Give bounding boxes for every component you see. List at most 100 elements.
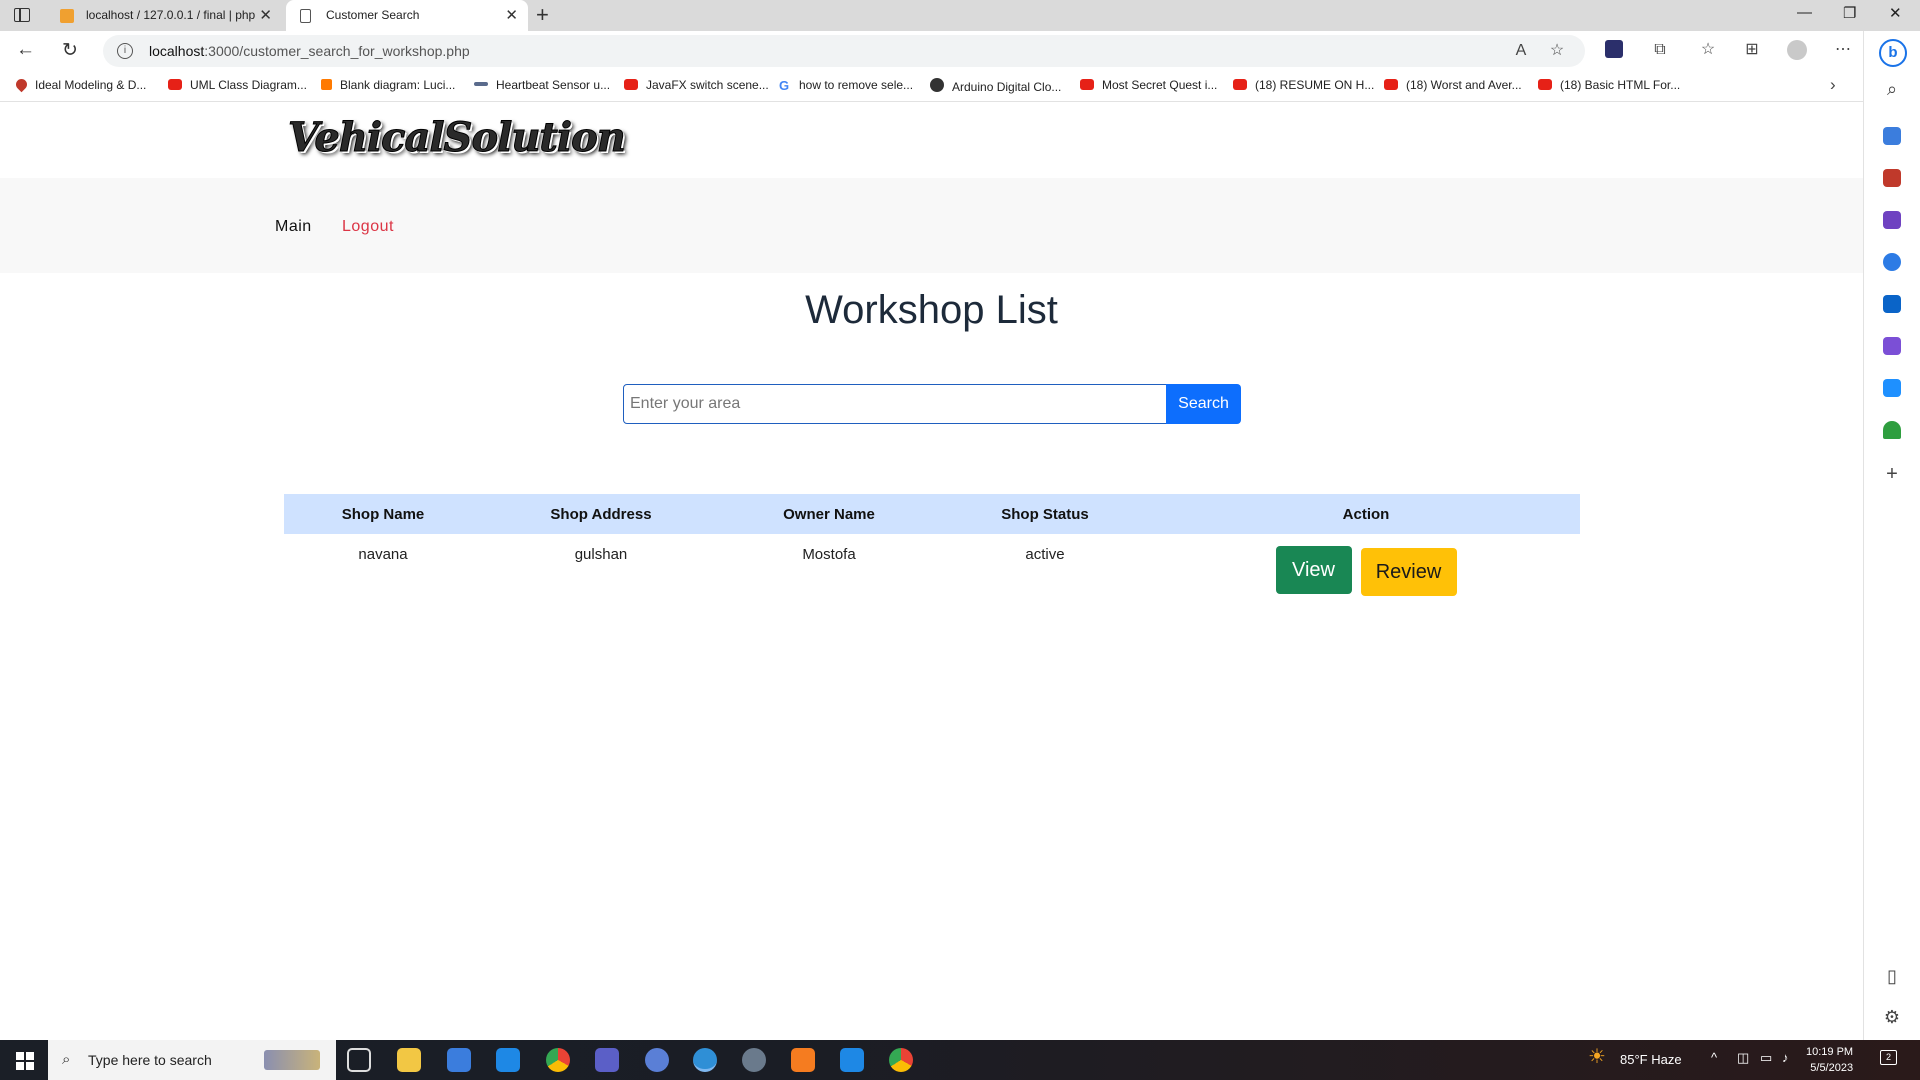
youtube-icon — [168, 79, 182, 90]
page-viewport: VehicalSolution Main Logout Workshop Lis… — [0, 102, 1863, 1040]
bookmark-item[interactable]: UML Class Diagram... — [168, 78, 307, 92]
notifications-icon[interactable]: 2 — [1880, 1050, 1897, 1065]
show-hidden-icons-icon[interactable]: ^ — [1711, 1050, 1717, 1065]
meet-now-icon[interactable]: ◫ — [1737, 1050, 1749, 1066]
tools-icon[interactable] — [1883, 169, 1901, 187]
taskbar-search-box[interactable]: ⌕ Type here to search — [48, 1040, 336, 1080]
tab-title: localhost / 127.0.0.1 / final | php — [86, 8, 256, 22]
chevron-right-icon[interactable]: › — [1830, 75, 1836, 95]
split-screen-icon[interactable]: ▯ — [1883, 966, 1901, 987]
outlook-icon[interactable] — [1883, 295, 1901, 313]
volume-icon[interactable]: ♪ — [1782, 1050, 1789, 1065]
table-header-row: Shop Name Shop Address Owner Name Shop S… — [284, 494, 1580, 534]
send-icon[interactable] — [1883, 379, 1901, 397]
refresh-icon[interactable]: ↻ — [62, 39, 78, 62]
restore-icon[interactable]: ❐ — [1843, 4, 1856, 22]
page-favicon-icon — [300, 9, 311, 23]
url-text[interactable]: localhost:3000/customer_search_for_works… — [149, 43, 470, 59]
google-icon: G — [779, 78, 790, 93]
bookmark-item[interactable]: Arduino Digital Clo... — [930, 78, 1061, 94]
close-tab-icon[interactable]: ✕ — [259, 0, 272, 31]
weather-text[interactable]: 85°F Haze — [1620, 1052, 1682, 1067]
tab-actions-icon[interactable] — [14, 8, 30, 22]
favorites-icon[interactable]: ☆ — [1698, 40, 1718, 60]
extensions-puzzle-icon[interactable]: ⧉ — [1650, 40, 1670, 60]
chrome-icon[interactable] — [889, 1048, 913, 1072]
bookmarks-bar: Ideal Modeling & D... UML Class Diagram.… — [0, 71, 1920, 102]
network-icon[interactable]: ▭ — [1760, 1050, 1772, 1066]
tab-customer-search[interactable]: Customer Search ✕ — [286, 0, 528, 31]
bookmark-item[interactable]: Most Secret Quest i... — [1080, 78, 1217, 92]
tab-phpmyadmin[interactable]: localhost / 127.0.0.1 / final | php ✕ — [46, 0, 282, 31]
cell-owner-name: Mostofa — [802, 546, 856, 563]
add-favorite-icon[interactable]: ☆ — [1547, 41, 1567, 61]
microsoft-store-icon[interactable] — [447, 1048, 471, 1072]
collections-icon[interactable]: ⊞ — [1742, 40, 1762, 60]
read-aloud-icon[interactable]: A — [1511, 41, 1531, 61]
view-button[interactable]: View — [1275, 546, 1352, 594]
minimize-icon[interactable]: — — [1797, 4, 1812, 21]
bookmark-item[interactable]: Blank diagram: Luci... — [321, 78, 455, 92]
address-bar[interactable]: i localhost:3000/customer_search_for_wor… — [103, 35, 1585, 67]
more-options-icon[interactable]: ⋯ — [1833, 40, 1853, 60]
youtube-icon — [1384, 79, 1398, 90]
profile-avatar-icon[interactable] — [1787, 40, 1807, 60]
mail-icon[interactable] — [496, 1048, 520, 1072]
clock-time: 10:19 PM — [1806, 1046, 1854, 1058]
site-info-icon[interactable]: i — [117, 43, 133, 59]
bookmark-item[interactable]: (18) Basic HTML For... — [1538, 78, 1680, 92]
navbar: Main Logout — [0, 178, 1863, 273]
column-header-owner-name: Owner Name — [783, 505, 875, 523]
lucidchart-icon — [321, 79, 332, 90]
close-tab-icon[interactable]: ✕ — [505, 0, 518, 31]
close-window-icon[interactable]: ✕ — [1889, 4, 1902, 22]
system-clock[interactable]: 10:19 PM 5/5/2023 — [1806, 1044, 1853, 1076]
settings-gear-icon[interactable]: ⚙ — [1883, 1007, 1901, 1028]
app-icon[interactable] — [645, 1048, 669, 1072]
windows-start-icon[interactable] — [16, 1052, 34, 1070]
file-explorer-icon[interactable] — [397, 1048, 421, 1072]
youtube-icon — [1080, 79, 1094, 90]
designer-icon[interactable] — [1883, 337, 1901, 355]
search-icon[interactable]: ⌕ — [1883, 79, 1901, 100]
app-icon[interactable] — [742, 1048, 766, 1072]
clock-date: 5/5/2023 — [1810, 1062, 1854, 1074]
youtube-icon — [1233, 79, 1247, 90]
tree-icon[interactable] — [1883, 421, 1901, 439]
review-button[interactable]: Review — [1360, 548, 1457, 596]
search-button[interactable]: Search — [1166, 384, 1241, 424]
xampp-icon[interactable] — [791, 1048, 815, 1072]
site-logo[interactable]: VehicalSolution — [288, 114, 627, 162]
bookmark-item[interactable]: Heartbeat Sensor u... — [474, 78, 610, 92]
weather-icon[interactable]: ☀ — [1588, 1044, 1606, 1069]
app-icon[interactable] — [595, 1048, 619, 1072]
bookmark-item[interactable]: Ideal Modeling & D... — [13, 76, 146, 93]
add-icon[interactable]: + — [1883, 463, 1901, 486]
bookmark-item[interactable]: Ghow to remove sele... — [779, 78, 913, 93]
vscode-icon[interactable] — [840, 1048, 864, 1072]
browser-tab-bar: localhost / 127.0.0.1 / final | php ✕ Cu… — [0, 0, 1920, 31]
nav-logout-link[interactable]: Logout — [342, 218, 394, 236]
extension-icon[interactable] — [1605, 40, 1623, 58]
microsoft-365-icon[interactable] — [1883, 253, 1901, 271]
shopping-icon[interactable] — [1883, 127, 1901, 145]
bing-chat-icon[interactable]: b — [1879, 39, 1907, 67]
site-header: VehicalSolution — [0, 102, 1863, 178]
bookmark-item[interactable]: (18) Worst and Aver... — [1384, 78, 1522, 92]
bookmark-item[interactable]: (18) RESUME ON H... — [1233, 78, 1374, 92]
task-view-icon[interactable] — [347, 1048, 371, 1072]
youtube-icon — [624, 79, 638, 90]
edge-icon[interactable] — [693, 1048, 717, 1072]
phpmyadmin-favicon-icon — [60, 9, 74, 23]
bookmark-item[interactable]: JavaFX switch scene... — [624, 78, 769, 92]
browser-toolbar: ← ↻ i localhost:3000/customer_search_for… — [0, 31, 1920, 71]
search-highlight-icon — [264, 1050, 320, 1070]
new-tab-icon[interactable]: + — [536, 2, 549, 28]
table-header: Shop Name Shop Address Owner Name Shop S… — [284, 494, 1580, 534]
games-icon[interactable] — [1883, 211, 1901, 229]
nav-main-link[interactable]: Main — [275, 218, 312, 236]
taskbar-search-placeholder: Type here to search — [88, 1052, 212, 1068]
back-icon[interactable]: ← — [16, 39, 35, 61]
area-search-input[interactable] — [623, 384, 1167, 424]
chrome-icon[interactable] — [546, 1048, 570, 1072]
